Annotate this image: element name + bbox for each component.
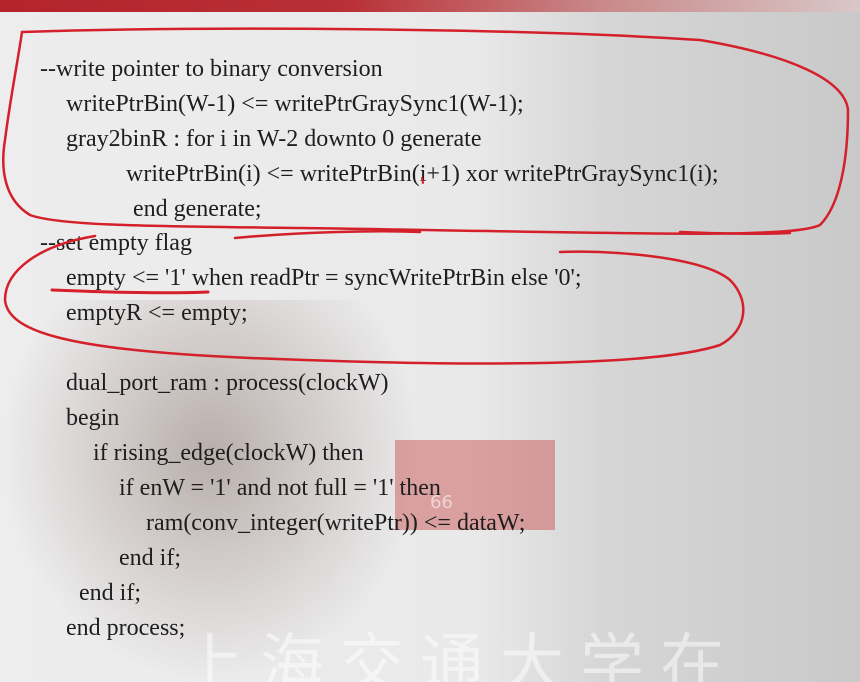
code-line: emptyR <= empty; [66, 300, 248, 326]
code-line: end generate; [133, 196, 262, 222]
code-line: if rising_edge(clockW) then [93, 440, 364, 466]
code-line: if enW = '1' and not full = '1' then [119, 475, 441, 501]
code-line: empty <= '1' when readPtr = syncWritePtr… [66, 265, 582, 291]
code-line: dual_port_ram : process(clockW) [66, 370, 389, 396]
code-line: begin [66, 405, 120, 431]
code-line-comment-write: --write pointer to binary conversion [40, 56, 383, 82]
code-line: writePtrBin(i) <= writePtrBin(i+1) xor w… [126, 161, 719, 187]
code-line: end if; [119, 545, 181, 571]
code-line: writePtrBin(W-1) <= writePtrGraySync1(W-… [66, 91, 524, 117]
code-line: end if; [79, 580, 141, 606]
code-line: end process; [66, 615, 186, 641]
code-line-comment-empty: --set empty flag [40, 230, 192, 256]
code-line: gray2binR : for i in W-2 downto 0 genera… [66, 126, 482, 152]
code-line: ram(conv_integer(writePtr)) <= dataW; [146, 510, 526, 536]
code-block: --write pointer to binary conversion wri… [0, 0, 860, 682]
